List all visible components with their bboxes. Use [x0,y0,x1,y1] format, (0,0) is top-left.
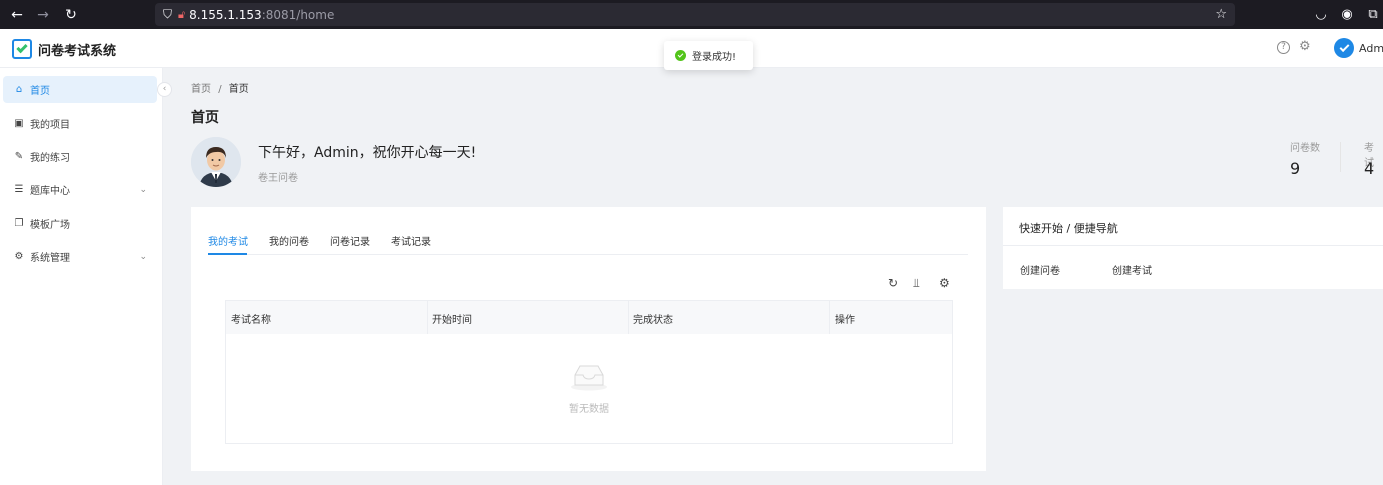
tab-my-exams[interactable]: 我的考试 [208,233,248,248]
empty-inbox-icon [571,365,607,391]
sidebar-item-question-bank[interactable]: ☰ 题库中心 ⌄ [3,176,157,203]
user-name[interactable]: Admin [1359,42,1383,55]
user-avatar[interactable] [1334,38,1354,58]
success-toast: 登录成功! [664,41,753,70]
edit-icon: ✎ [14,151,24,162]
stat-label-surveys: 问卷数 [1290,143,1320,154]
create-exam-link[interactable]: 创建考试 [1112,262,1152,277]
empty-state-text: 暂无数据 [569,404,609,415]
url-host: 8.155.1.153 [189,7,262,22]
sidebar-item-label: 模板广场 [30,220,70,231]
avatar [191,137,241,187]
browser-toolbar: ← → ↻ ⛉ 🔓︎ 8.155.1.153:8081/home ☆ ◡ ◉ ⧉ [0,0,1383,29]
sidebar-item-projects[interactable]: ▣ 我的项目 [3,110,157,137]
extensions-icon[interactable]: ⧉ [1365,7,1381,22]
column-header: 操作 [835,315,855,326]
account-icon[interactable]: ◉ [1339,7,1355,22]
sidebar-item-templates[interactable]: ❐ 模板广场 [3,210,157,237]
settings-icon[interactable]: ⚙ [1299,39,1311,54]
list-icon: ☰ [14,184,24,195]
sidebar-item-label: 首页 [30,86,50,97]
breadcrumb-separator: / [218,84,222,95]
tab-active-indicator [208,253,247,255]
breadcrumb-current: 首页 [228,84,249,95]
column-separator [829,301,830,335]
help-icon[interactable]: ? [1277,41,1290,54]
back-icon[interactable]: ← [6,7,28,23]
quick-nav-divider [1003,245,1383,246]
table-header: 考试名称 开始时间 完成状态 操作 [225,300,953,335]
lock-icon[interactable]: 🔓︎ [178,8,185,22]
chevron-down-icon: ⌄ [139,251,147,262]
column-header: 考试名称 [231,315,271,326]
stat-value-surveys: 9 [1290,159,1301,178]
sidebar-item-label: 题库中心 [30,186,70,197]
tab-my-surveys[interactable]: 我的问卷 [269,233,309,248]
sidebar-item-label: 我的练习 [30,153,70,164]
quick-nav-title: 快速开始 / 便捷导航 [1019,222,1118,235]
create-survey-link[interactable]: 创建问卷 [1020,262,1060,277]
toast-message: 登录成功! [692,52,737,63]
address-bar[interactable]: ⛉ 🔓︎ 8.155.1.153:8081/home ☆ [155,3,1235,26]
stat-value-exams: 4 [1364,159,1375,178]
app-title: 问卷考试系统 [38,44,117,59]
sidebar-collapse-button[interactable]: ‹ [157,82,172,97]
star-icon[interactable]: ☆ [1215,7,1227,22]
gear-icon: ⚙ [14,251,24,262]
breadcrumb: 首页 / 首页 [191,80,249,95]
logo-icon [12,39,32,59]
settings-icon[interactable]: ⚙ [939,276,950,290]
sidebar-item-system[interactable]: ⚙ 系统管理 ⌄ [3,243,157,270]
stat-divider [1340,142,1341,172]
column-header: 完成状态 [633,315,673,326]
column-header: 开始时间 [432,315,472,326]
shield-icon[interactable]: ⛉ [163,7,172,22]
greeting-text: 下午好，Admin，祝你开心每一天! [258,145,477,161]
table-body [225,334,953,444]
reload-icon[interactable]: ↻ [60,7,82,23]
tab-divider [208,254,968,255]
sidebar: ⌂ 首页 ▣ 我的项目 ✎ 我的练习 ☰ 题库中心 ⌄ ❐ 模板广场 ⚙ 系统管… [0,68,163,485]
url-path: :8081/home [261,7,335,22]
home-icon: ⌂ [15,84,23,95]
page-title: 首页 [191,110,219,126]
project-icon: ▣ [14,118,24,129]
column-separator [628,301,629,335]
sidebar-item-practice[interactable]: ✎ 我的练习 [3,143,157,170]
breadcrumb-root[interactable]: 首页 [191,84,211,95]
copy-icon: ❐ [14,218,24,229]
sidebar-item-home[interactable]: ⌂ 首页 [3,76,157,103]
sidebar-item-label: 系统管理 [30,253,70,264]
forward-icon[interactable]: → [32,7,54,23]
tab-survey-records[interactable]: 问卷记录 [330,233,370,248]
chevron-down-icon: ⌄ [139,184,147,195]
refresh-icon[interactable]: ↻ [888,276,898,290]
column-height-icon[interactable]: ⫫ [913,276,920,291]
column-separator [427,301,428,335]
check-circle-icon [675,50,686,61]
pocket-icon[interactable]: ◡ [1313,7,1329,22]
sidebar-item-label: 我的项目 [30,120,70,131]
tab-exam-records[interactable]: 考试记录 [391,233,431,248]
greeting-subtitle: 卷王问卷 [258,173,298,184]
